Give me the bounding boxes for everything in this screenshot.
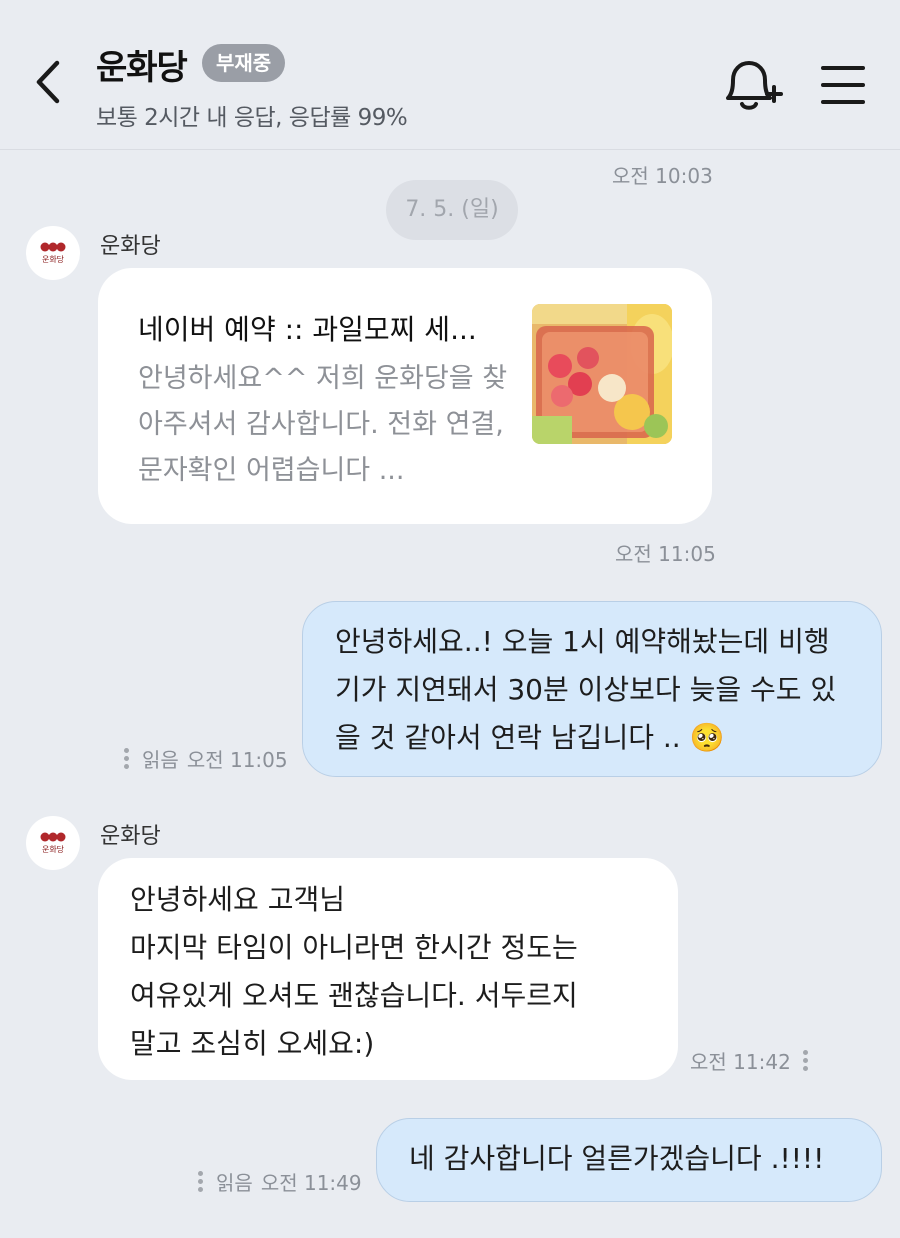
card-body: 안녕하세요^^ 저희 운화당을 찾아주셔서 감사합니다. 전화 연결, 문자확인…	[138, 363, 508, 486]
message-text: 네 감사합니다 얼른가겠습니다 .!!!!	[409, 1142, 825, 1175]
menu-button[interactable]	[818, 60, 868, 110]
bell-plus-icon	[726, 61, 783, 110]
reservation-card[interactable]: 네이버 예약 :: 과일모찌 세... 안녕하세요^^ 저희 운화당을 찾아주셔…	[98, 268, 712, 524]
back-button[interactable]	[22, 52, 74, 112]
response-info: 보통 2시간 내 응답, 응답률 99%	[96, 105, 408, 131]
more-options-icon[interactable]	[198, 1168, 204, 1195]
message-time: 오전 11:49	[260, 1171, 362, 1195]
read-status: 읽음	[216, 1171, 253, 1195]
chat-header: 운화당 부재중 보통 2시간 내 응답, 응답률 99%	[0, 0, 900, 150]
brand-logo-icon	[40, 242, 66, 251]
card-title: 네이버 예약 :: 과일모찌 세...	[138, 313, 477, 346]
message-meta: 오전 11:42	[690, 1046, 809, 1075]
outgoing-message[interactable]: 안녕하세요..! 오늘 1시 예약해놨는데 비행기가 지연돼서 30분 이상보다…	[302, 601, 882, 777]
message-time: 오전 10:03	[612, 164, 713, 188]
message-line: 마지막 타임이 아니라면 한시간 정도는	[130, 931, 578, 964]
avatar-label: 운화당	[41, 844, 65, 854]
message-line: 안녕하세요 고객님	[130, 883, 345, 916]
hamburger-menu-icon	[821, 66, 865, 104]
more-options-icon[interactable]	[802, 1047, 809, 1074]
pleading-face-icon: 🥺	[689, 721, 725, 754]
notification-add-button[interactable]	[718, 58, 784, 114]
fruit-mochi-image	[532, 304, 672, 444]
more-options-icon[interactable]	[124, 745, 130, 772]
message-time: 오전 11:42	[690, 1050, 791, 1074]
message-meta: 읽음 오전 11:49	[198, 1167, 362, 1196]
chevron-left-icon	[36, 60, 60, 104]
read-status: 읽음	[142, 748, 179, 772]
incoming-message[interactable]: 안녕하세요 고객님 마지막 타임이 아니라면 한시간 정도는 여유있게 오셔도 …	[98, 858, 678, 1080]
message-body: 안녕하세요..! 오늘 1시 예약해놨는데 비행기가 지연돼서 30분 이상보다…	[335, 625, 837, 754]
message-time: 오전 11:05	[186, 748, 288, 772]
avatar-label: 운화당	[41, 254, 65, 264]
sender-name: 운화당	[100, 824, 161, 849]
status-badge: 부재중	[202, 44, 286, 82]
outgoing-message[interactable]: 네 감사합니다 얼른가겠습니다 .!!!!	[376, 1118, 882, 1202]
message-text: 안녕하세요..! 오늘 1시 예약해놨는데 비행기가 지연돼서 30분 이상보다…	[335, 618, 855, 762]
message-meta: 읽음 오전 11:05	[124, 744, 288, 773]
chat-title[interactable]: 운화당	[96, 40, 188, 89]
avatar[interactable]: 운화당	[26, 226, 80, 280]
brand-logo-icon	[40, 832, 66, 841]
product-thumbnail[interactable]	[532, 304, 672, 444]
avatar[interactable]: 운화당	[26, 816, 80, 870]
sender-name: 운화당	[100, 234, 161, 259]
message-text: 안녕하세요 고객님 마지막 타임이 아니라면 한시간 정도는 여유있게 오셔도 …	[130, 876, 660, 1068]
message-time: 오전 11:05	[615, 542, 716, 566]
message-line: 말고 조심히 오세요:)	[130, 1027, 375, 1060]
date-divider: 7. 5. (일)	[386, 180, 518, 240]
message-line: 여유있게 오셔도 괜찮습니다. 서두르지	[130, 979, 578, 1012]
